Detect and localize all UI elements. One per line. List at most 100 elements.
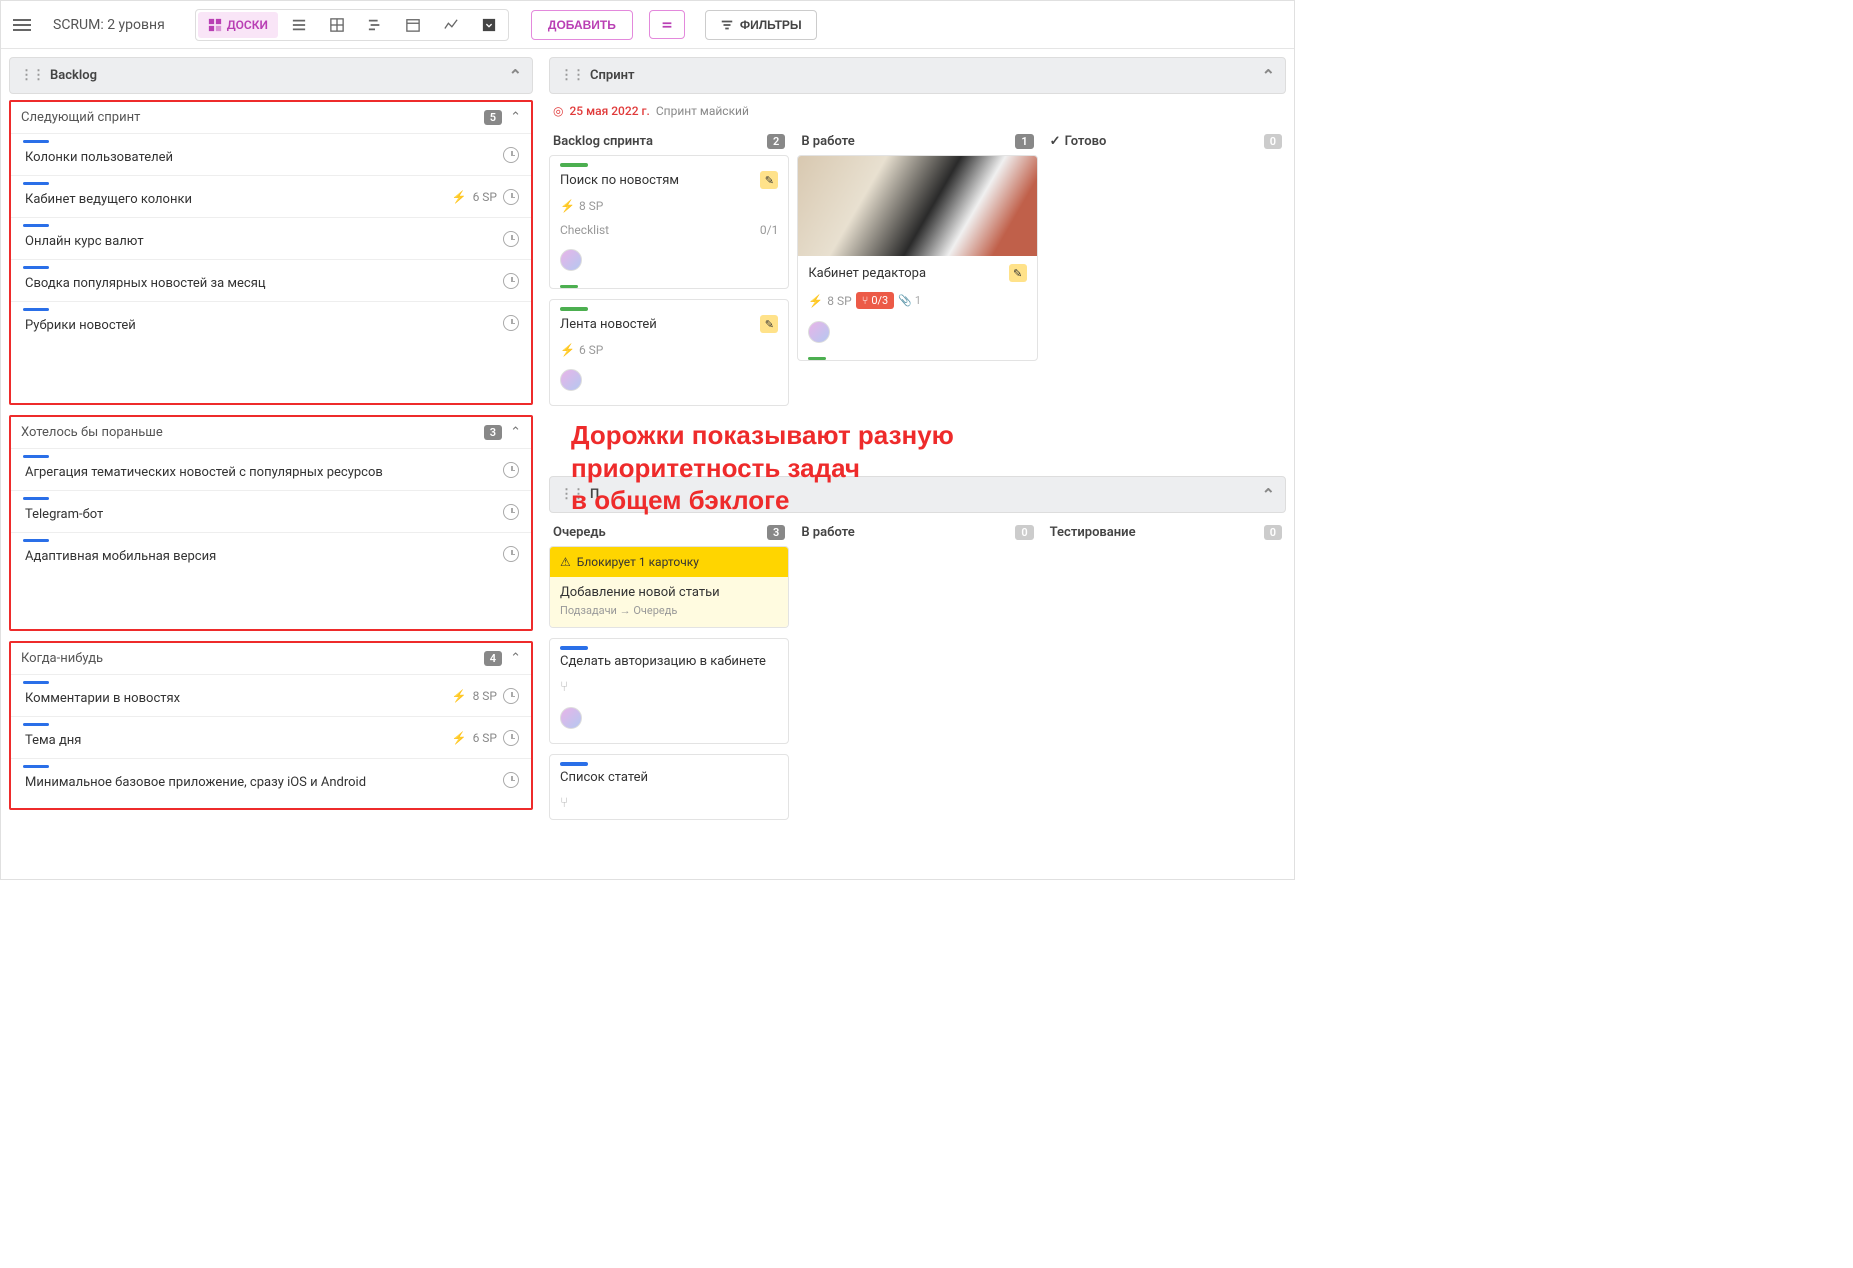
subtask-tree-icon: ⑂: [560, 679, 568, 695]
backlog-group-earlier: Хотелось бы пораньше 3 ⌃ Агрегация темат…: [9, 415, 533, 631]
add-options-button[interactable]: [649, 10, 685, 40]
bolt-icon: ⚡: [452, 190, 467, 204]
list-item[interactable]: Онлайн курс валют: [11, 217, 531, 259]
column-header[interactable]: ✓ Готово 0: [1046, 128, 1286, 155]
list-item[interactable]: Минимальное базовое приложение, сразу iO…: [11, 758, 531, 800]
status-bar: [560, 762, 588, 766]
card-title: Поиск по новостям: [560, 173, 679, 188]
boards-icon: [208, 18, 222, 32]
list-item[interactable]: Адаптивная мобильная версия: [11, 532, 531, 574]
view-archive[interactable]: [472, 12, 506, 38]
list-icon: [292, 18, 306, 32]
card-title: Агрегация тематических новостей с популя…: [25, 465, 383, 480]
view-grid[interactable]: [320, 12, 354, 38]
clock-icon: [503, 688, 519, 704]
view-calendar[interactable]: [396, 12, 430, 38]
clock-icon: [503, 546, 519, 562]
priority-bar: [23, 224, 49, 227]
menu-icon[interactable]: [13, 13, 37, 37]
priority-bar: [23, 765, 49, 768]
sp-value: 8 SP: [827, 294, 851, 308]
column-header[interactable]: В работе 1: [797, 128, 1037, 155]
col-in-progress-2: В работе 0: [797, 519, 1037, 830]
avatar[interactable]: [560, 707, 582, 729]
group-title: Хотелось бы пораньше: [21, 425, 163, 440]
group-header[interactable]: Следующий спринт 5 ⌃: [11, 102, 531, 133]
group-header[interactable]: Хотелось бы пораньше 3 ⌃: [11, 417, 531, 448]
chevron-up-icon[interactable]: ⌃: [510, 651, 521, 666]
sprint-kanban: Backlog спринта 2 Поиск по новостям ✎ ⚡ 8 …: [549, 128, 1286, 416]
list-item[interactable]: Тема дня⚡6 SP: [11, 716, 531, 758]
sprint-header[interactable]: ⋮⋮ Спринт ⌃: [549, 57, 1286, 94]
column-title: Тестирование: [1050, 525, 1136, 540]
card-title: Кабинет редактора: [808, 266, 926, 281]
equals-icon: [660, 18, 674, 32]
kanban-card[interactable]: Список статей ⑂: [549, 754, 789, 820]
priority-bar: [23, 539, 49, 542]
drag-handle-icon[interactable]: ⋮⋮: [20, 68, 44, 83]
collapse-icon[interactable]: ⌃: [1262, 485, 1275, 504]
kanban-card[interactable]: Сделать авторизацию в кабинете ⑂: [549, 638, 789, 744]
view-boards-label: ДОСКИ: [227, 18, 268, 32]
list-item[interactable]: Агрегация тематических новостей с популя…: [11, 448, 531, 490]
edit-icon[interactable]: ✎: [760, 315, 778, 333]
col-testing: Тестирование 0: [1046, 519, 1286, 830]
drag-handle-icon[interactable]: ⋮⋮: [560, 487, 584, 502]
column-header[interactable]: Очередь 3: [549, 519, 789, 546]
subtasks-badge: ⑂0/3: [856, 292, 895, 309]
priority-bar: [23, 681, 49, 684]
col-sprint-backlog: Backlog спринта 2 Поиск по новостям✎ ⚡8 …: [549, 128, 789, 416]
group-header[interactable]: Когда-нибудь 4 ⌃: [11, 643, 531, 674]
collapse-icon[interactable]: ⌃: [1262, 66, 1275, 85]
kanban-card[interactable]: Лента новостей✎ ⚡6 SP: [549, 299, 789, 406]
bolt-icon: ⚡: [560, 199, 575, 213]
view-list[interactable]: [282, 12, 316, 38]
card-title: Онлайн курс валют: [25, 234, 144, 249]
column-header[interactable]: В работе 0: [797, 519, 1037, 546]
column-title: В работе: [801, 134, 854, 149]
filter-button[interactable]: ФИЛЬТРЫ: [705, 10, 817, 40]
column-header[interactable]: Тестирование 0: [1046, 519, 1286, 546]
backlog-group-someday: Когда-нибудь 4 ⌃ Комментарии в новостях⚡…: [9, 641, 533, 810]
pipeline-kanban: Очередь 3 ⚠Блокирует 1 карточку Добавлен…: [549, 519, 1286, 830]
clock-icon: [503, 772, 519, 788]
card-title: Список статей: [560, 770, 648, 785]
add-button[interactable]: ДОБАВИТЬ: [531, 10, 633, 40]
drag-handle-icon[interactable]: ⋮⋮: [560, 68, 584, 83]
card-title: Рубрики новостей: [25, 318, 136, 333]
list-item[interactable]: Telegram-бот: [11, 490, 531, 532]
edit-icon[interactable]: ✎: [1009, 264, 1027, 282]
card-title: Добавление новой статьи: [550, 577, 788, 604]
chevron-up-icon[interactable]: ⌃: [510, 425, 521, 440]
pipeline-header[interactable]: ⋮⋮ П ⌃: [549, 476, 1286, 513]
kanban-card[interactable]: Поиск по новостям✎ ⚡8 SP Checklist0/1: [549, 155, 789, 289]
list-item[interactable]: Сводка популярных новостей за месяц: [11, 259, 531, 301]
warning-icon: ⚠: [560, 555, 571, 569]
subtask-tree-icon: ⑂: [560, 795, 568, 811]
blocking-banner: ⚠Блокирует 1 карточку: [550, 547, 788, 577]
avatar[interactable]: [560, 369, 582, 391]
kanban-card-blocking[interactable]: ⚠Блокирует 1 карточку Добавление новой с…: [549, 546, 789, 628]
backlog-header[interactable]: ⋮⋮ Backlog ⌃: [9, 57, 533, 94]
column-header[interactable]: Backlog спринта 2: [549, 128, 789, 155]
chevron-up-icon[interactable]: ⌃: [510, 110, 521, 125]
edit-icon[interactable]: ✎: [760, 171, 778, 189]
avatar[interactable]: [560, 249, 582, 271]
list-item[interactable]: Колонки пользователей: [11, 133, 531, 175]
grid-icon: [330, 18, 344, 32]
avatar[interactable]: [808, 321, 830, 343]
priority-bar: [23, 455, 49, 458]
list-item[interactable]: Комментарии в новостях⚡8 SP: [11, 674, 531, 716]
view-boards[interactable]: ДОСКИ: [198, 12, 278, 38]
group-title: Когда-нибудь: [21, 651, 103, 666]
collapse-icon[interactable]: ⌃: [509, 66, 522, 85]
card-title: Колонки пользователей: [25, 150, 173, 165]
view-chart[interactable]: [434, 12, 468, 38]
clock-icon: [503, 189, 519, 205]
column-count: 0: [1264, 134, 1282, 149]
list-item[interactable]: Кабинет ведущего колонки⚡6 SP: [11, 175, 531, 217]
kanban-card[interactable]: Кабинет редактора✎ ⚡8 SP ⑂0/3 📎1: [797, 155, 1037, 361]
list-item[interactable]: Рубрики новостей: [11, 301, 531, 343]
status-bar: [560, 163, 588, 167]
view-gantt[interactable]: [358, 12, 392, 38]
